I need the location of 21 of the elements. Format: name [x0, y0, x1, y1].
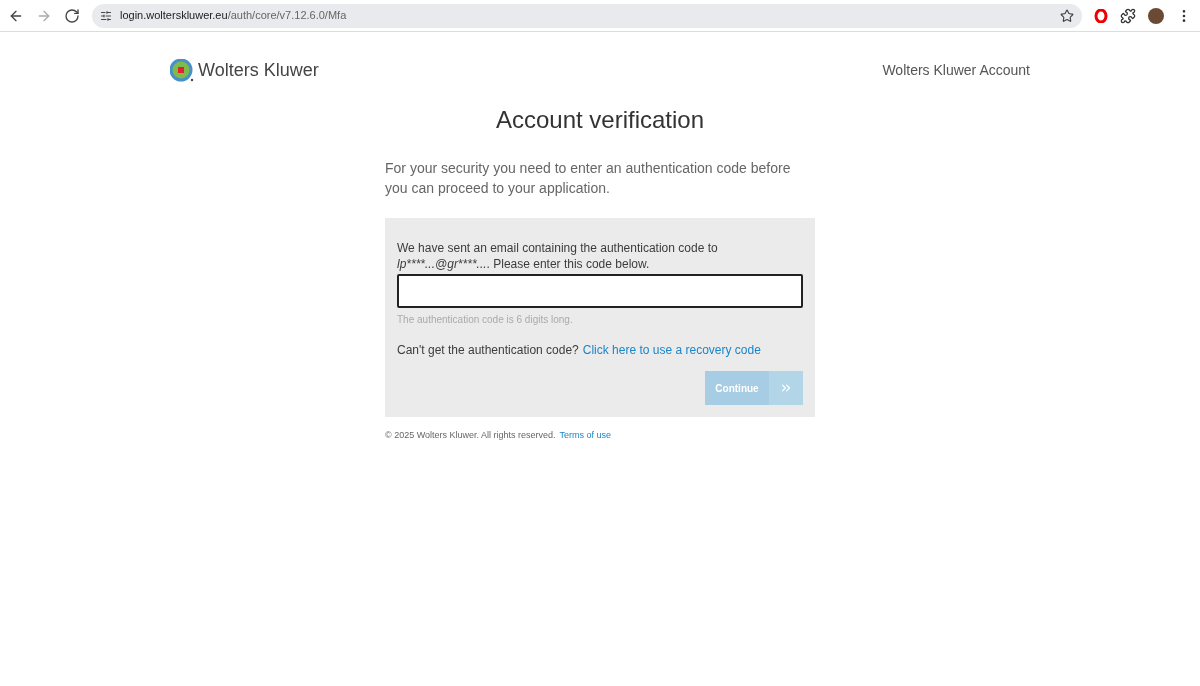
email-sent-message: We have sent an email containing the authentication code to lp****...@gr****.... Please enter this code below.	[397, 240, 719, 272]
code-input-field[interactable]	[397, 274, 803, 308]
recovery-prompt: Can't get the authentication code?	[397, 342, 579, 359]
intro-text: For your security you need to enter an authentication code before you can proceed to your application.	[385, 159, 792, 198]
profile-avatar[interactable]	[1148, 7, 1164, 24]
recovery-link[interactable]: Click here to use a recovery code	[582, 341, 761, 359]
globe-logo-icon	[170, 58, 194, 83]
logo-text: Wolters Kluwer	[198, 59, 319, 82]
account-link[interactable]: Wolters Kluwer Account	[882, 60, 1030, 81]
url-text: login.wolterskluwer.eu/auth/core/v7.12.6.0/Mfa	[120, 8, 348, 24]
page-title: Account verification	[494, 105, 706, 135]
hint-text: The authentication code is 6 digits long.	[397, 313, 574, 327]
site-info-icon[interactable]	[100, 9, 112, 22]
extensions-icon[interactable]	[1120, 7, 1136, 24]
ring-logo-icon[interactable]	[1094, 8, 1108, 23]
reload-icon[interactable]	[64, 7, 80, 24]
address-bar[interactable]: login.wolterskluwer.eu/auth/core/v7.12.6.0/Mfa	[92, 3, 1082, 28]
bookmark-star-icon[interactable]	[1060, 8, 1074, 23]
copyright-text: © 2025 Wolters Kluwer. All rights reserved.	[385, 429, 556, 442]
terms-link[interactable]: Terms of use	[559, 429, 612, 443]
double-chevron-icon	[779, 381, 793, 395]
